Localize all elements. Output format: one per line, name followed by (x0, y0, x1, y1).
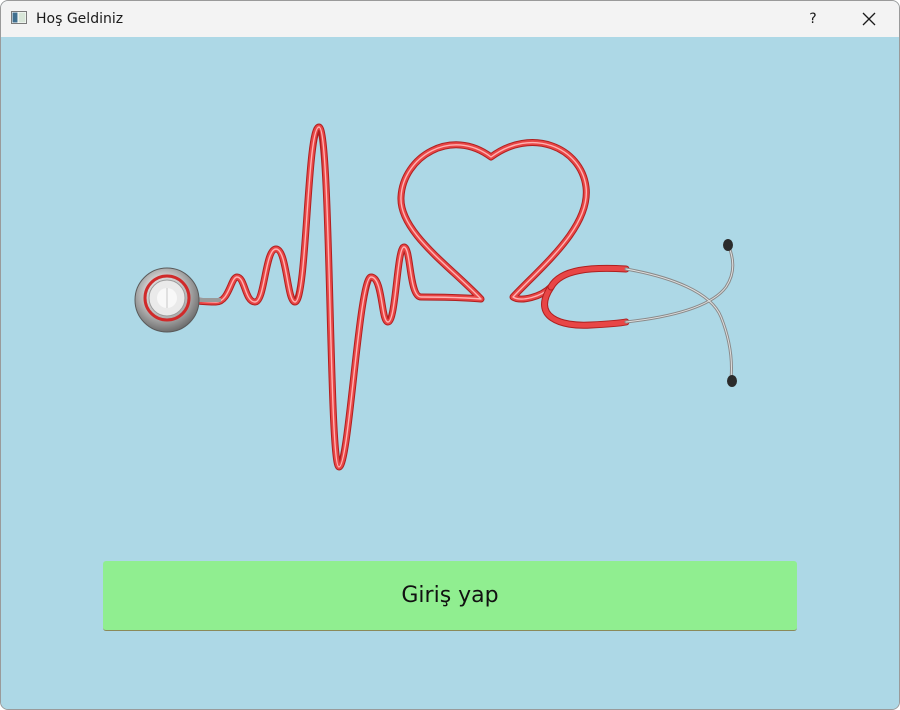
stethoscope-heartbeat-icon (134, 123, 737, 471)
app-window-icon (11, 11, 27, 24)
main-content: Giriş yap (1, 37, 899, 709)
app-window: Hoş Geldiniz ? Giriş yap (0, 0, 900, 710)
window-title: Hoş Geldiniz (36, 11, 124, 27)
login-button[interactable]: Giriş yap (103, 561, 797, 631)
close-button[interactable] (841, 1, 897, 37)
help-button[interactable]: ? (785, 1, 841, 37)
title-bar[interactable]: Hoş Geldiniz ? (1, 1, 899, 37)
close-icon (862, 12, 876, 26)
